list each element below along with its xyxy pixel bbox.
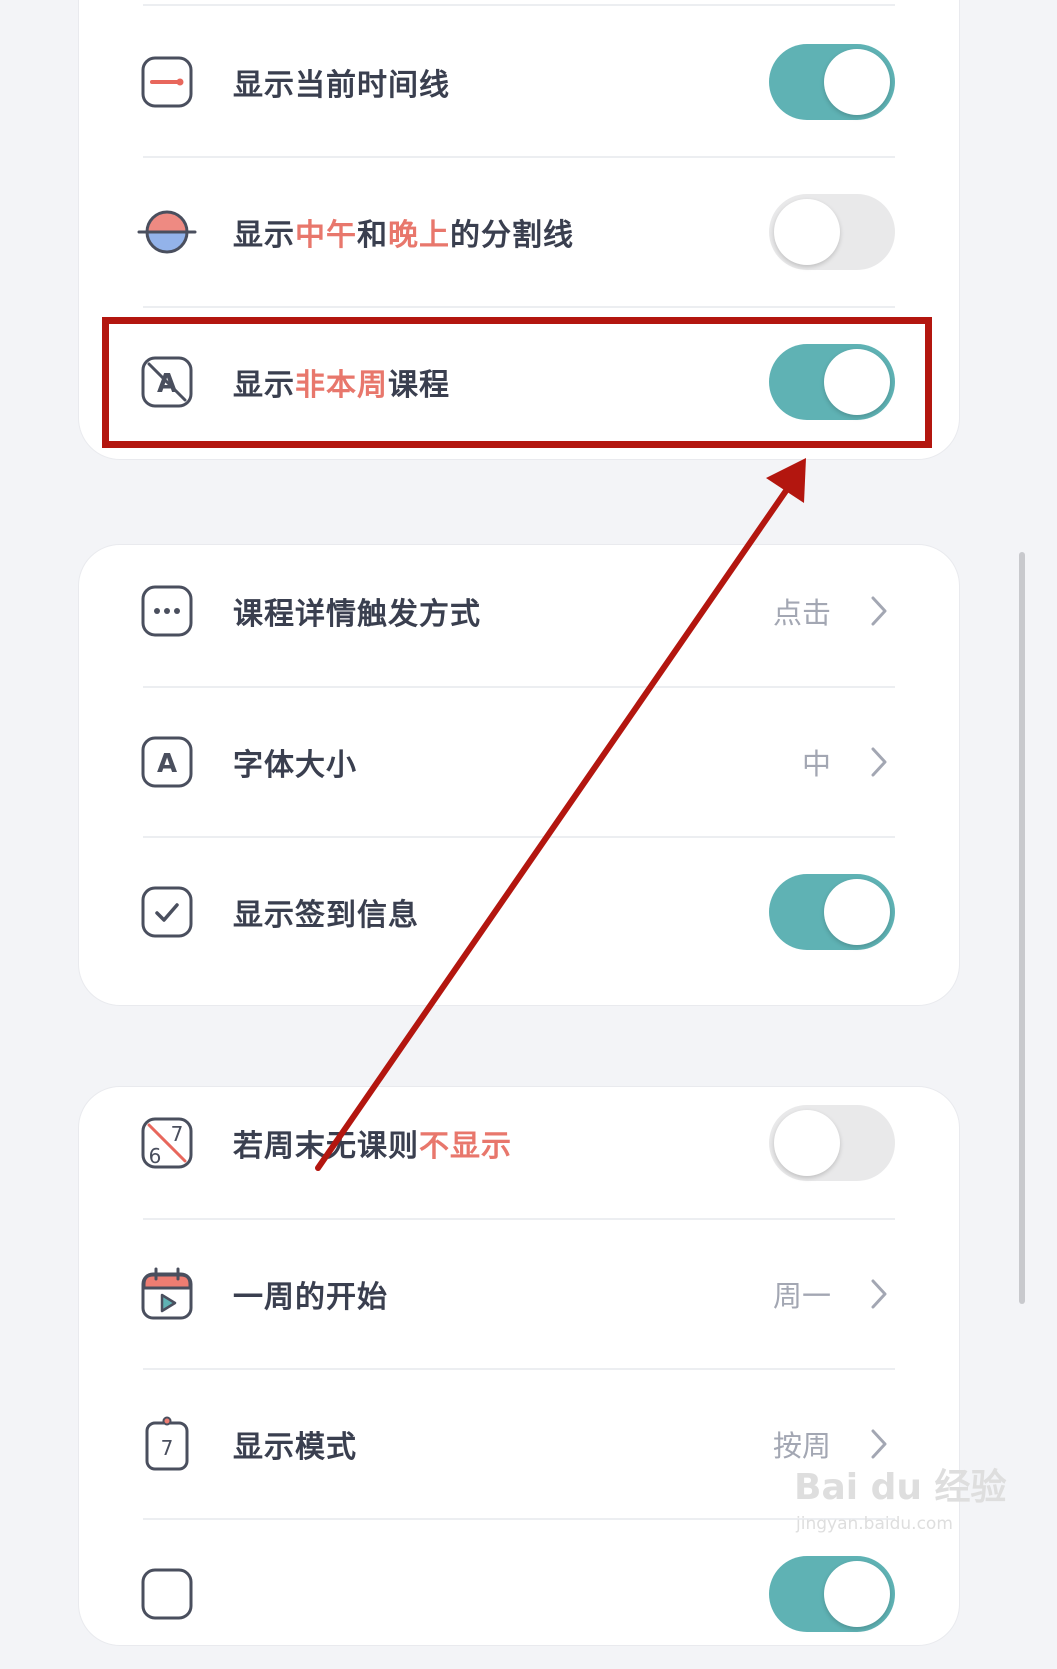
noon-evening-divider-toggle[interactable] xyxy=(769,194,895,270)
partial-toggle[interactable] xyxy=(769,1556,895,1632)
label-highlight-non-current-week: 非本周 xyxy=(295,368,388,403)
show-checkin-toggle[interactable] xyxy=(769,874,895,950)
calendar-play-icon xyxy=(137,1264,197,1324)
row-partial-next[interactable] xyxy=(79,1519,959,1669)
row-divider xyxy=(143,4,895,6)
weekend-hide-toggle[interactable] xyxy=(769,1105,895,1181)
chevron-right-icon xyxy=(869,1277,889,1311)
time-line-icon xyxy=(137,52,197,112)
label-part: 显示 xyxy=(233,368,295,403)
more-dots-icon xyxy=(137,581,197,641)
font-slash-icon: A xyxy=(137,352,197,412)
font-letter: A xyxy=(157,369,177,399)
row-non-current-week[interactable]: A 显示非本周课程 xyxy=(79,307,959,457)
settings-card-week: 6 7 若周末无课则不显示 一周的开始 周一 7 显示模式 按周 xyxy=(78,1086,960,1646)
mode-number: 7 xyxy=(161,1436,174,1460)
weekend-slash-icon: 6 7 xyxy=(137,1113,197,1173)
row-font-size[interactable]: A 字体大小 中 xyxy=(79,687,959,837)
week-start-label: 一周的开始 xyxy=(233,1280,388,1315)
non-current-week-label: 显示非本周课程 xyxy=(233,360,450,404)
settings-card-display: 显示当前时间线 显示中午和晚上的分割线 A 显示非本周课程 xyxy=(78,0,960,460)
row-show-checkin[interactable]: 显示签到信息 xyxy=(79,837,959,987)
noon-evening-divider-label: 显示中午和晚上的分割线 xyxy=(233,210,574,254)
course-detail-trigger-label: 课程详情触发方式 xyxy=(233,597,481,632)
checkmark-icon xyxy=(137,882,197,942)
chevron-right-icon xyxy=(869,594,889,628)
non-current-week-toggle[interactable] xyxy=(769,344,895,420)
label-part: 和 xyxy=(357,218,388,253)
toggle-knob xyxy=(824,349,890,415)
font-letter: A xyxy=(157,749,177,779)
weekend-number-7: 7 xyxy=(171,1122,184,1146)
current-time-line-toggle[interactable] xyxy=(769,44,895,120)
show-checkin-label: 显示签到信息 xyxy=(233,898,419,933)
toggle-knob xyxy=(824,49,890,115)
chevron-right-icon xyxy=(869,1427,889,1461)
week-start-value: 周一 xyxy=(772,1279,831,1313)
font-size-icon: A xyxy=(137,732,197,792)
row-week-start[interactable]: 一周的开始 周一 xyxy=(79,1219,959,1369)
display-mode-label: 显示模式 xyxy=(233,1430,357,1465)
settings-card-course: 课程详情触发方式 点击 A 字体大小 中 显示签到信息 xyxy=(78,544,960,1006)
toggle-knob xyxy=(824,879,890,945)
course-detail-trigger-value: 点击 xyxy=(772,596,831,630)
current-time-line-label: 显示当前时间线 xyxy=(233,68,450,103)
label-part: 课程 xyxy=(388,368,450,403)
label-part: 显示 xyxy=(233,218,295,253)
label-highlight-not-show: 不显示 xyxy=(419,1129,512,1164)
toggle-knob xyxy=(774,1110,840,1176)
row-weekend-hide[interactable]: 6 7 若周末无课则不显示 xyxy=(79,1068,959,1218)
calendar-day-icon: 7 xyxy=(137,1414,197,1474)
row-display-mode[interactable]: 7 显示模式 按周 xyxy=(79,1369,959,1519)
scrollbar-thumb[interactable] xyxy=(1019,552,1025,1304)
font-size-label: 字体大小 xyxy=(233,748,357,783)
label-highlight-evening: 晚上 xyxy=(388,218,450,253)
row-current-time-line[interactable]: 显示当前时间线 xyxy=(79,7,959,157)
font-size-value: 中 xyxy=(801,747,831,781)
half-circle-divider-icon xyxy=(137,202,197,262)
label-highlight-noon: 中午 xyxy=(295,218,357,253)
weekend-hide-label: 若周末无课则不显示 xyxy=(233,1121,512,1165)
partial-icon xyxy=(137,1564,197,1624)
row-course-detail-trigger[interactable]: 课程详情触发方式 点击 xyxy=(79,536,959,686)
row-noon-evening-divider[interactable]: 显示中午和晚上的分割线 xyxy=(79,157,959,307)
toggle-knob xyxy=(824,1561,890,1627)
label-part: 的分割线 xyxy=(450,218,574,253)
weekend-number-6: 6 xyxy=(149,1144,162,1168)
chevron-right-icon xyxy=(869,745,889,779)
label-part: 若周末无课则 xyxy=(233,1129,419,1164)
toggle-knob xyxy=(774,199,840,265)
display-mode-value: 按周 xyxy=(772,1429,831,1463)
